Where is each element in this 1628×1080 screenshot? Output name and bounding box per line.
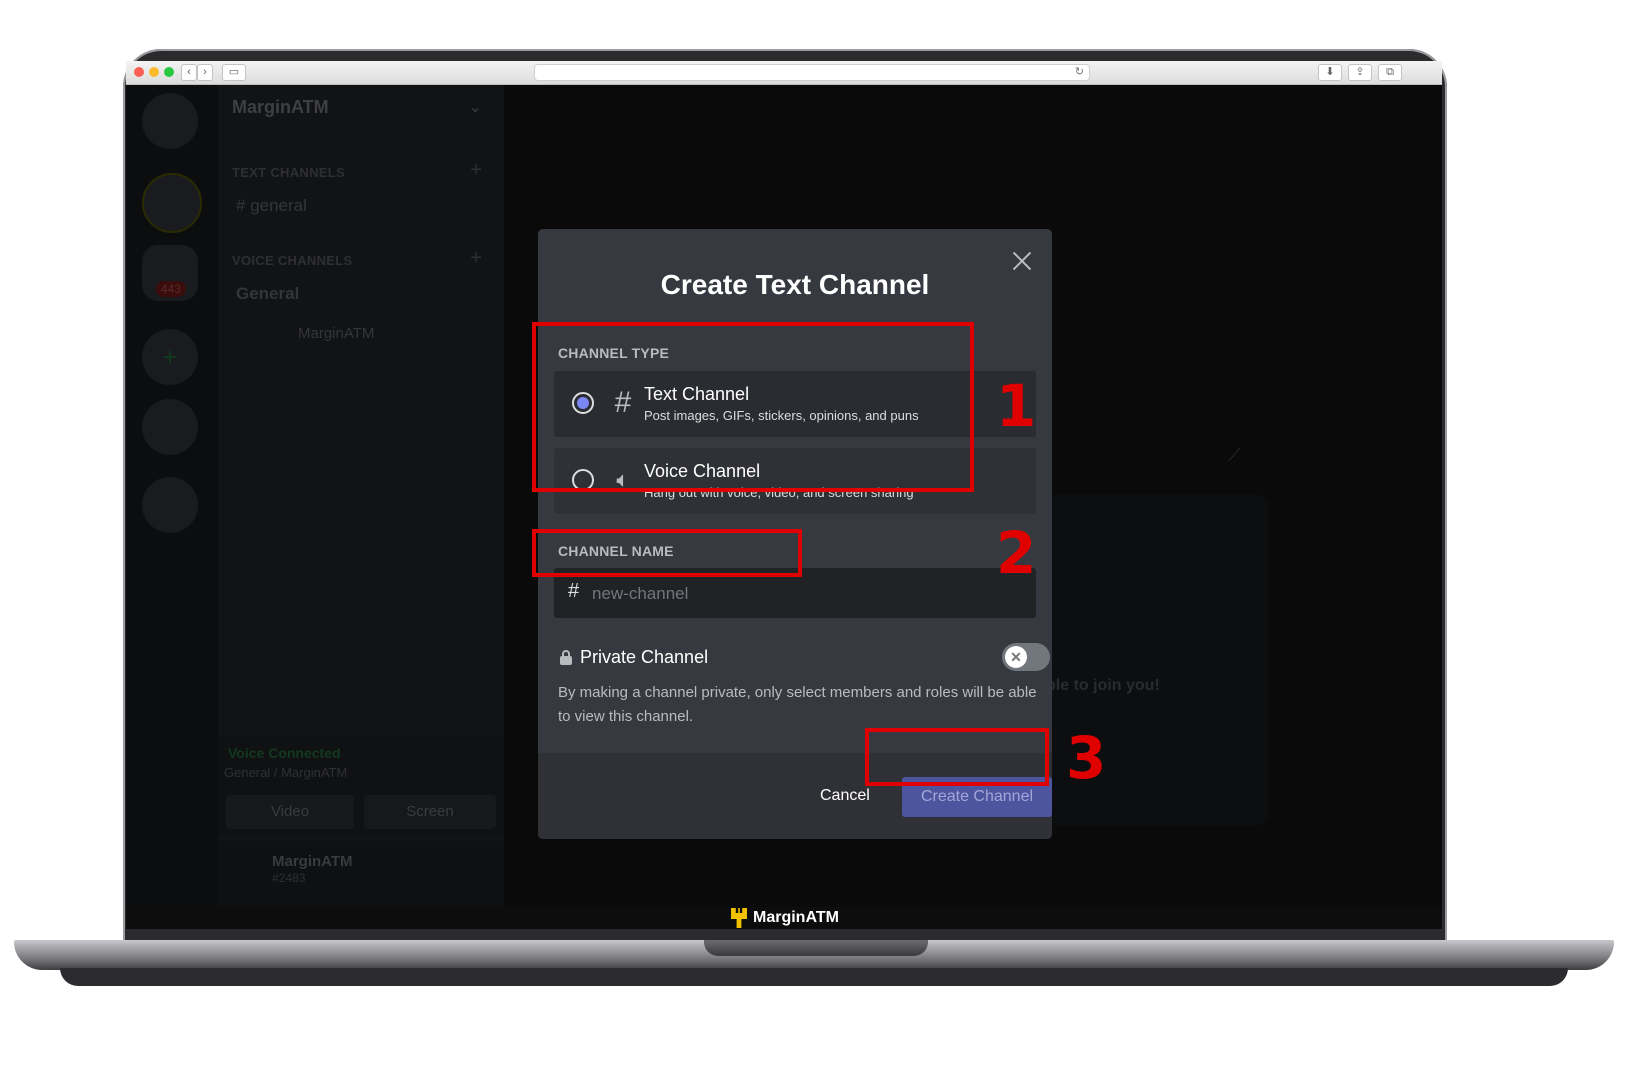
server-folder-icon[interactable]: 443 xyxy=(142,245,198,301)
laptop-base-shadow xyxy=(60,968,1568,986)
reload-icon[interactable]: ↻ xyxy=(1075,65,1084,80)
close-icon[interactable] xyxy=(1008,247,1036,275)
text-channels-category[interactable]: TEXT CHANNELS xyxy=(232,165,345,180)
close-window-button[interactable] xyxy=(134,67,144,77)
address-bar[interactable]: ↻ xyxy=(534,64,1090,81)
laptop-notch xyxy=(704,940,928,956)
marginatm-logo-icon xyxy=(731,908,747,928)
voice-member[interactable]: MarginATM xyxy=(298,325,374,342)
forward-button[interactable]: › xyxy=(197,64,213,81)
download-apps-icon[interactable] xyxy=(142,477,198,533)
laptop-screen: ‹ › ▭ ↻ ⬇ ⇪ ⧉ 443 + MarginATM ⌄ TEXT CHA… xyxy=(126,61,1442,929)
username: MarginATM xyxy=(272,853,353,870)
minimize-window-button[interactable] xyxy=(149,67,159,77)
user-tag: #2483 xyxy=(272,871,306,885)
app-name: MarginATM xyxy=(753,909,839,926)
modal-title: Create Text Channel xyxy=(660,269,930,300)
bottom-bar: MarginATM xyxy=(126,907,1442,929)
discord-home-icon[interactable] xyxy=(142,93,198,149)
download-icon[interactable]: ⬇ xyxy=(1318,64,1342,81)
voice-status: Voice Connected xyxy=(228,745,341,761)
invite-prompt-text: ple to join you! xyxy=(1046,677,1160,694)
sidebar-toggle-icon[interactable]: ▭ xyxy=(222,64,246,81)
channel-name: general xyxy=(250,196,307,215)
app-label: MarginATM xyxy=(731,907,839,929)
channel-item-general[interactable]: # general xyxy=(236,196,307,216)
browser-toolbar: ‹ › ▭ ↻ ⬇ ⇪ ⧉ xyxy=(126,61,1442,85)
discord-app-background: 443 + MarginATM ⌄ TEXT CHANNELS + # gene… xyxy=(126,85,1442,911)
add-voice-channel-icon[interactable]: + xyxy=(470,247,482,270)
tabs-icon[interactable]: ⧉ xyxy=(1378,64,1402,81)
hash-icon: # xyxy=(568,580,580,602)
annotation-number-3: 3 xyxy=(1066,724,1107,792)
annotation-number-2: 2 xyxy=(996,519,1037,587)
back-button[interactable]: ‹ xyxy=(181,64,197,81)
chevron-down-icon[interactable]: ⌄ xyxy=(469,97,482,117)
share-icon[interactable]: ⇪ xyxy=(1348,64,1372,81)
annotation-box-channel-name xyxy=(532,529,802,577)
add-text-channel-icon[interactable]: + xyxy=(470,159,482,182)
voice-connection-panel: Voice Connected General / MarginATM Vide… xyxy=(218,735,504,835)
voice-location[interactable]: General / MarginATM xyxy=(224,765,347,780)
private-channel-description: By making a channel private, only select… xyxy=(558,684,1037,725)
server-list: 443 + xyxy=(126,85,218,911)
channel-sidebar: MarginATM ⌄ TEXT CHANNELS + # general VO… xyxy=(218,85,504,911)
unread-badge: 443 xyxy=(156,281,187,297)
annotation-box-create-button xyxy=(865,728,1049,786)
private-channel-toggle[interactable]: ✕ xyxy=(1002,643,1050,671)
private-channel-title: Private Channel xyxy=(580,647,709,667)
server-name[interactable]: MarginATM xyxy=(232,97,329,118)
channel-name-input[interactable] xyxy=(590,578,1014,610)
add-server-icon[interactable]: + xyxy=(142,329,198,385)
lock-icon xyxy=(560,650,572,665)
mic-muted-icon: ⟋ xyxy=(1228,445,1241,465)
annotation-number-1: 1 xyxy=(996,372,1037,440)
voice-channels-category[interactable]: VOICE CHANNELS xyxy=(232,253,353,268)
screen-share-button[interactable]: Screen xyxy=(364,795,496,829)
video-button[interactable]: Video xyxy=(226,795,354,829)
zoom-window-button[interactable] xyxy=(164,67,174,77)
toggle-off-icon: ✕ xyxy=(1005,646,1027,668)
explore-servers-icon[interactable] xyxy=(142,399,198,455)
server-marginatm-icon[interactable] xyxy=(142,173,202,233)
annotation-box-channel-type xyxy=(532,322,974,492)
user-panel: MarginATM #2483 xyxy=(218,841,504,911)
voice-channel-general[interactable]: General xyxy=(236,284,299,304)
